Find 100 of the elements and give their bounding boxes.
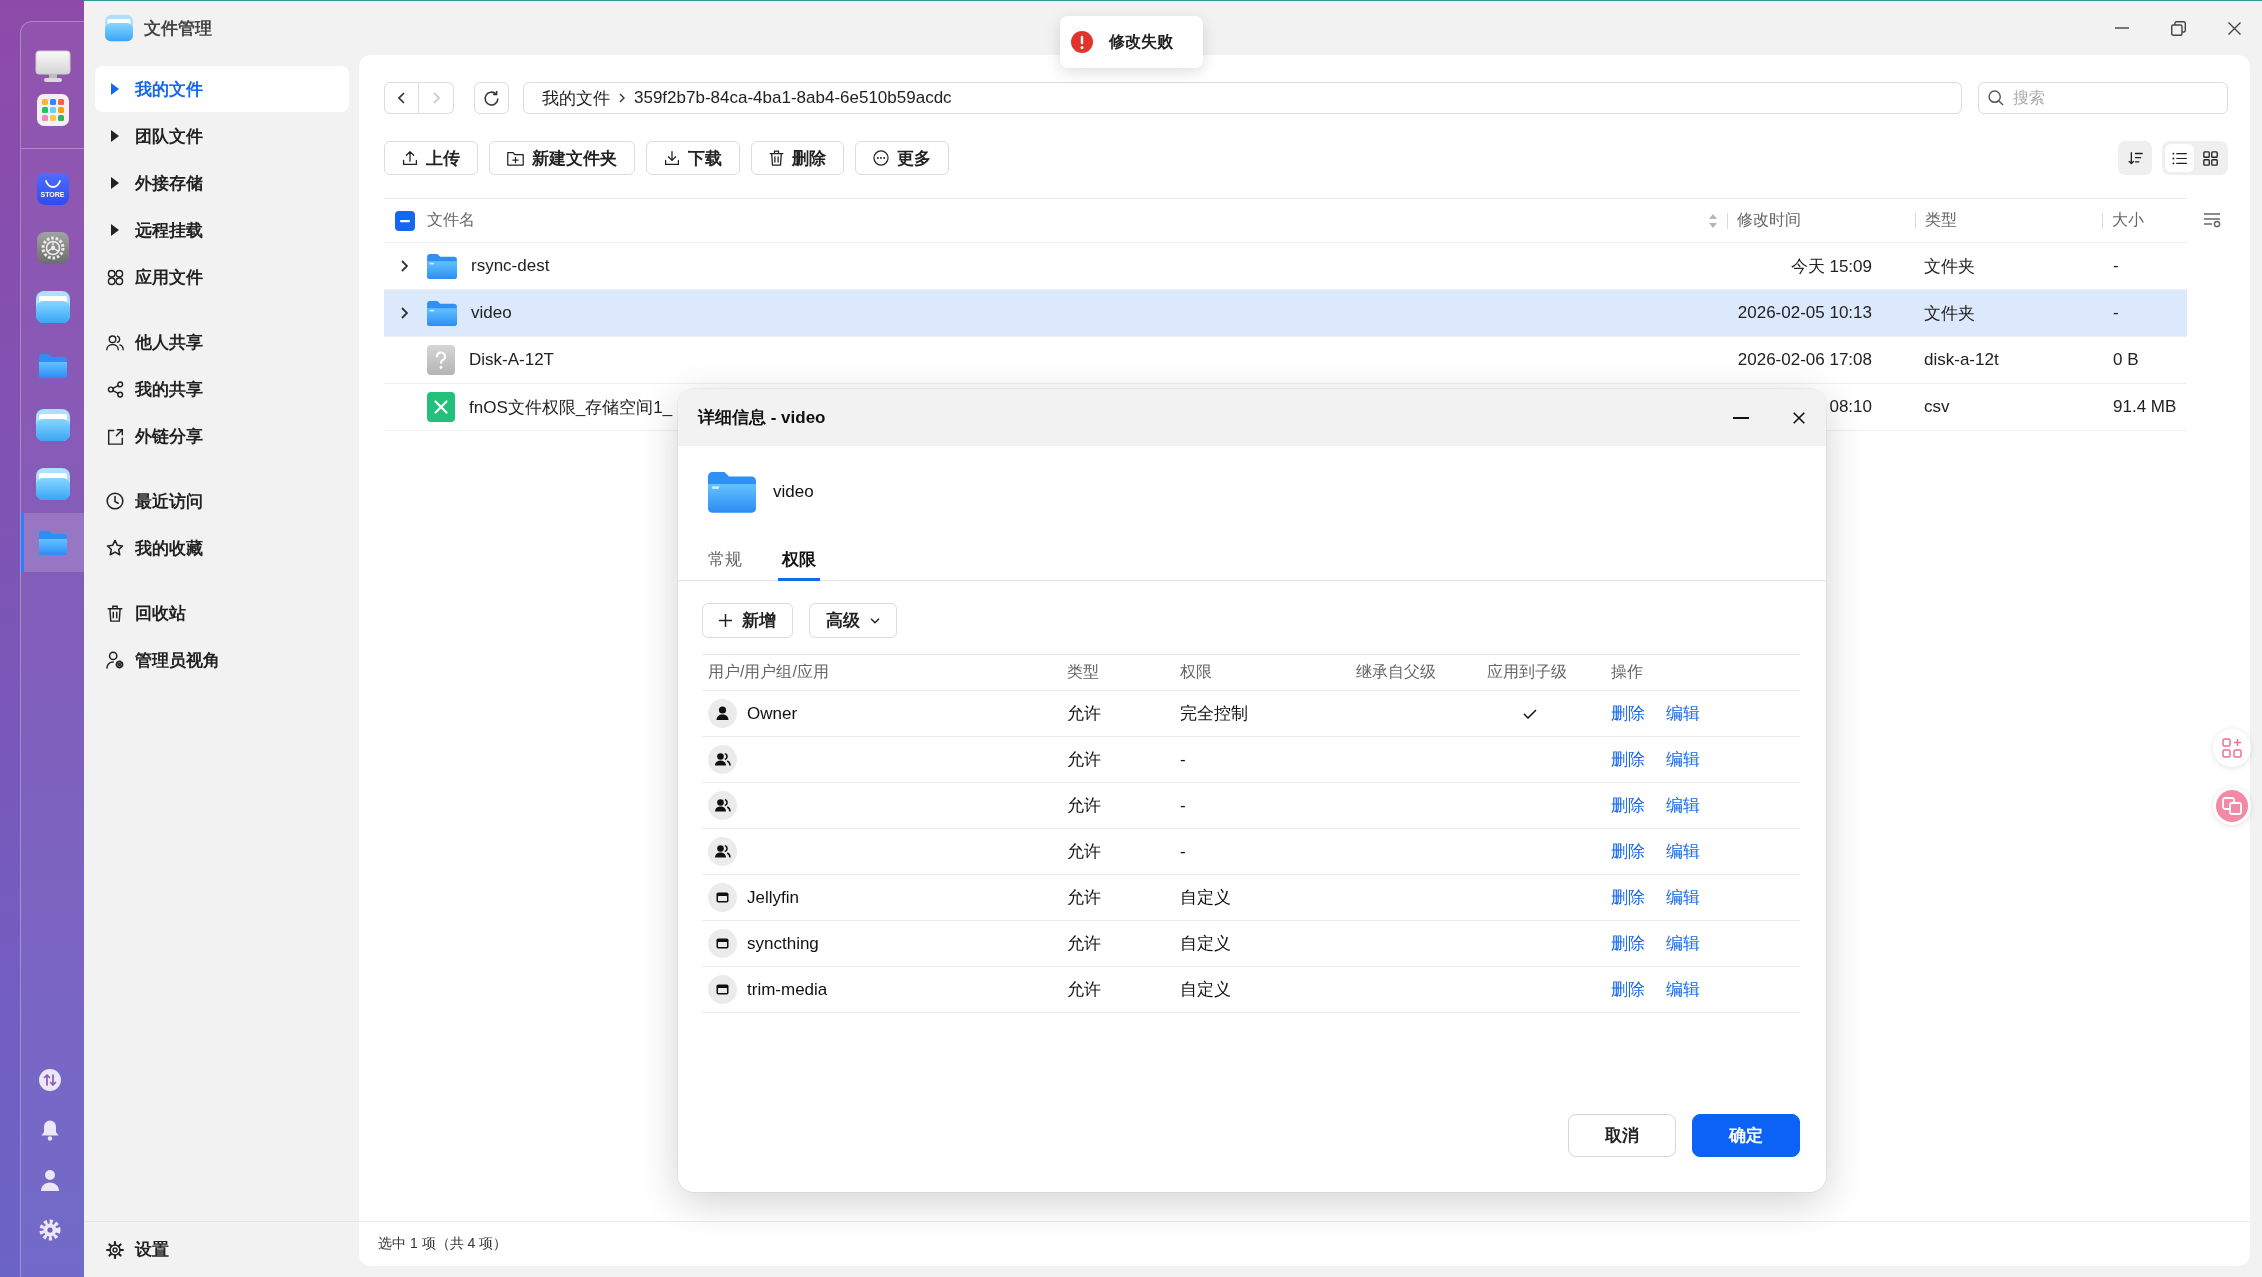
- sidebar-item[interactable]: 设置: [84, 1226, 169, 1273]
- sidebar-item[interactable]: 回收站: [95, 590, 349, 636]
- export-icon: [106, 427, 124, 445]
- chevron-right-icon: [619, 93, 625, 103]
- chevron-right-icon: [432, 92, 440, 104]
- file-row[interactable]: video 2026-02-05 10:13 文件夹 -: [384, 290, 2187, 337]
- action-link[interactable]: 删除: [1611, 978, 1645, 1001]
- modified-time: 2026-02-05 10:13: [1737, 303, 1872, 323]
- column-header[interactable]: 类型: [1925, 210, 1957, 231]
- list-view-button[interactable]: [2165, 144, 2194, 172]
- permission-type: 允许: [1067, 841, 1101, 863]
- sidebar-item[interactable]: 团队文件: [95, 113, 349, 159]
- trash-icon: [107, 604, 123, 622]
- app-grid-icon: [36, 94, 69, 126]
- primary-button[interactable]: 确定: [1692, 1114, 1800, 1157]
- sidebar-item[interactable]: 他人共享: [95, 319, 349, 365]
- action-link[interactable]: 删除: [1611, 748, 1645, 771]
- action-link[interactable]: 删除: [1611, 794, 1645, 817]
- toolbar-button[interactable]: 删除: [751, 141, 844, 175]
- action-link[interactable]: 编辑: [1666, 794, 1700, 817]
- permission-type: 允许: [1067, 795, 1101, 817]
- column-header: 用户/用户组/应用: [708, 662, 829, 682]
- sort-icon: [2127, 150, 2143, 166]
- path-field[interactable]: 我的文件 359f2b7b-84ca-4ba1-8ab4-6e510b59acdc: [523, 82, 1962, 114]
- share-icon: [106, 380, 124, 398]
- file-name: fnOS文件权限_存储空间1_: [469, 396, 673, 419]
- bell-icon[interactable]: [40, 1119, 60, 1141]
- caret-icon[interactable]: [111, 224, 119, 236]
- apps-plus-icon: [2222, 738, 2242, 758]
- item-name: video: [773, 481, 814, 502]
- back-button[interactable]: [384, 82, 419, 114]
- action-link[interactable]: 编辑: [1666, 886, 1700, 909]
- refresh-button[interactable]: [474, 82, 509, 114]
- modified-time: 2026-02-06 17:08: [1737, 350, 1872, 370]
- file-name: rsync-dest: [471, 256, 550, 276]
- toolbar-button[interactable]: 更多: [855, 141, 949, 175]
- sidebar-item[interactable]: 外链分享: [95, 413, 349, 459]
- people-icon: [708, 791, 737, 820]
- folder-icon: [38, 530, 67, 555]
- action-link[interactable]: 编辑: [1666, 978, 1700, 1001]
- sidebar-item[interactable]: 我的共享: [95, 366, 349, 412]
- app-window-icon: [708, 883, 737, 912]
- permission-type: 允许: [1067, 979, 1101, 1001]
- app-window-icon: [708, 975, 737, 1004]
- caret-icon[interactable]: [111, 130, 119, 142]
- folder-icon: [105, 14, 133, 42]
- breadcrumb-link[interactable]: 我的文件: [542, 86, 610, 110]
- file-row[interactable]: Disk-A-12T 2026-02-06 17:08 disk-a-12t 0 B: [384, 337, 2187, 384]
- tab[interactable]: 常规: [704, 541, 746, 581]
- sidebar-item[interactable]: 应用文件: [95, 254, 349, 300]
- settings-icon[interactable]: [39, 1219, 61, 1241]
- sidebar-item[interactable]: 远程挂载: [95, 207, 349, 253]
- sidebar-item[interactable]: 最近访问: [95, 478, 349, 524]
- action-link[interactable]: 编辑: [1666, 748, 1700, 771]
- column-settings-icon[interactable]: [2203, 212, 2221, 228]
- file-type: 文件夹: [1924, 302, 1975, 325]
- sidebar-item[interactable]: 我的文件: [95, 66, 349, 112]
- sort-button[interactable]: [2118, 141, 2152, 175]
- action-link[interactable]: 删除: [1611, 932, 1645, 955]
- sidebar-item[interactable]: 外接存储: [95, 160, 349, 206]
- column-header: 操作: [1611, 662, 1643, 682]
- dropdown-button[interactable]: 高级: [809, 603, 897, 638]
- sidebar-item[interactable]: 管理员视角: [95, 637, 349, 683]
- action-link[interactable]: 删除: [1611, 886, 1645, 909]
- caret-icon[interactable]: [111, 177, 119, 189]
- folder-icon: [35, 408, 70, 441]
- checkbox[interactable]: [395, 210, 415, 231]
- column-header[interactable]: 修改时间: [1737, 210, 1801, 231]
- refresh-icon: [483, 89, 500, 107]
- action-link[interactable]: 编辑: [1666, 932, 1700, 955]
- column-header[interactable]: 文件名: [427, 210, 475, 231]
- chevron-left-icon: [398, 92, 405, 104]
- close-icon: [1793, 411, 1805, 424]
- upload-icon: [402, 150, 418, 166]
- action-link[interactable]: 删除: [1611, 840, 1645, 863]
- column-header: 权限: [1180, 662, 1212, 682]
- toolbar-button[interactable]: 下载: [646, 141, 740, 175]
- toolbar-button[interactable]: 上传: [384, 141, 478, 175]
- secondary-button[interactable]: 取消: [1568, 1114, 1676, 1157]
- column-header[interactable]: 大小: [2112, 210, 2144, 231]
- action-link[interactable]: 删除: [1611, 702, 1645, 725]
- principal-name: Owner: [747, 703, 798, 724]
- more-icon: [873, 150, 889, 166]
- monitor-icon: [34, 50, 71, 82]
- tab[interactable]: 权限: [778, 541, 820, 581]
- settings-icon: [106, 1240, 124, 1259]
- action-link[interactable]: 编辑: [1666, 840, 1700, 863]
- add-button[interactable]: 新增: [702, 603, 793, 638]
- chevron-right-icon[interactable]: [401, 260, 408, 272]
- sidebar-item[interactable]: 我的收藏: [95, 525, 349, 571]
- transfer-icon[interactable]: [39, 1069, 61, 1091]
- folder-icon: [427, 253, 457, 279]
- search-field[interactable]: 搜索: [1978, 82, 2228, 114]
- toolbar-button[interactable]: 新建文件夹: [489, 141, 635, 175]
- chevron-right-icon[interactable]: [401, 307, 408, 319]
- user-icon[interactable]: [40, 1169, 60, 1191]
- action-link[interactable]: 编辑: [1666, 702, 1700, 725]
- grid-icon: [2203, 150, 2218, 166]
- close-icon: [2227, 21, 2241, 35]
- breadcrumb-link[interactable]: 359f2b7b-84ca-4ba1-8ab4-6e510b59acdc: [634, 88, 952, 108]
